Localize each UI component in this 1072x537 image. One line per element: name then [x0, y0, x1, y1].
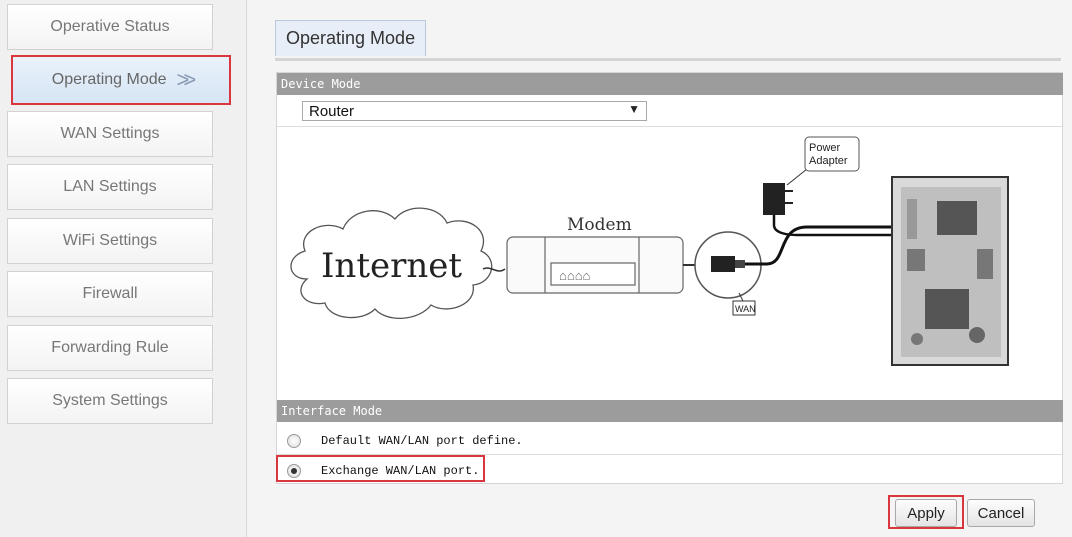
sidebar-item-forwarding-rule[interactable]: Forwarding Rule — [7, 325, 213, 371]
radio-button[interactable] — [287, 434, 301, 448]
sidebar-item-system-settings[interactable]: System Settings — [7, 378, 213, 424]
modem-label: Modem — [567, 215, 632, 235]
modem-icon: ⌂⌂⌂⌂ — [506, 236, 684, 294]
radio-option-default[interactable]: Default WAN/LAN port define. — [277, 427, 1063, 455]
tab-strip: Operating Mode — [275, 18, 1061, 61]
sidebar-item-label: Operative Status — [50, 18, 170, 35]
tab-operating-mode[interactable]: Operating Mode — [275, 20, 427, 56]
sidebar-item-wifi-settings[interactable]: WiFi Settings — [7, 218, 213, 264]
sidebar: Operative Status Operating Mode >> WAN S… — [0, 0, 247, 537]
dropdown-arrow-icon: ▼ — [628, 102, 640, 116]
power-adapter-label-line2: Adapter — [809, 155, 848, 167]
sidebar-item-label: LAN Settings — [63, 178, 157, 195]
wan-label: WAN — [735, 304, 756, 314]
sidebar-item-operative-status[interactable]: Operative Status — [7, 4, 213, 50]
sidebar-item-lan-settings[interactable]: LAN Settings — [7, 164, 213, 210]
sidebar-item-firewall[interactable]: Firewall — [7, 271, 213, 317]
apply-button[interactable]: Apply — [895, 499, 957, 527]
sidebar-item-wan-settings[interactable]: WAN Settings — [7, 111, 213, 157]
interface-mode-header: Interface Mode — [277, 400, 1063, 422]
sidebar-item-label: WAN Settings — [60, 125, 160, 142]
settings-panel: Device Mode Router ▼ Internet ⌂⌂⌂⌂ Modem… — [276, 72, 1063, 484]
main-content: Operating Mode Device Mode Router ▼ Inte… — [247, 0, 1072, 537]
sidebar-item-label: WiFi Settings — [62, 232, 158, 249]
device-mode-select[interactable]: Router ▼ — [302, 101, 647, 121]
svg-text:⌂⌂⌂⌂: ⌂⌂⌂⌂ — [559, 268, 590, 283]
highlight-box — [276, 455, 485, 482]
network-diagram: Internet ⌂⌂⌂⌂ Modem WAN Power Adapter — [290, 136, 1009, 366]
divider — [277, 126, 1063, 127]
cancel-button[interactable]: Cancel — [967, 499, 1035, 527]
sidebar-item-label: Firewall — [82, 285, 138, 302]
device-mode-header: Device Mode — [277, 73, 1063, 95]
device-mode-selected-value: Router — [309, 102, 355, 120]
sidebar-item-label: Forwarding Rule — [51, 339, 169, 356]
router-board-icon — [891, 176, 1009, 366]
radio-label: Default WAN/LAN port define. — [321, 434, 523, 448]
sidebar-item-operating-mode[interactable]: Operating Mode >> — [11, 55, 231, 105]
sidebar-item-label: System Settings — [52, 392, 168, 409]
sidebar-item-label: Operating Mode — [51, 71, 167, 88]
double-chevron-right-icon: >> — [176, 67, 197, 92]
internet-label: Internet — [321, 246, 462, 286]
power-adapter-label-line1: Power — [809, 142, 841, 154]
